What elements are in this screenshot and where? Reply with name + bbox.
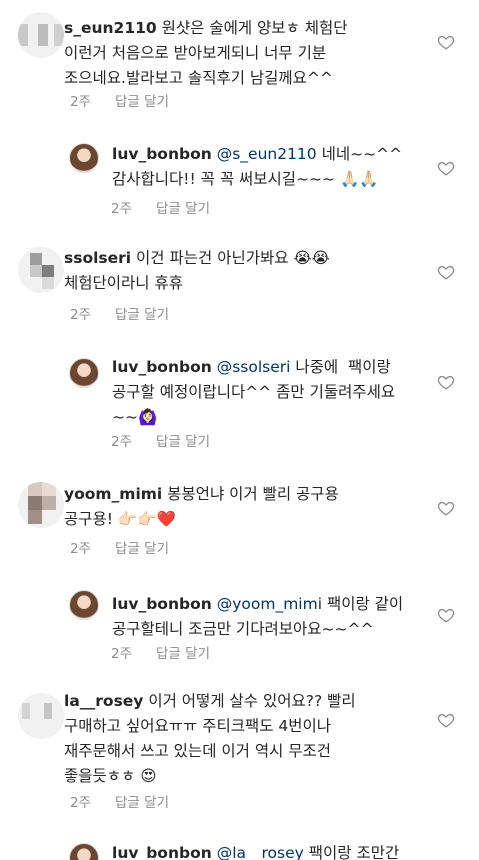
avatar[interactable]	[69, 358, 99, 388]
reply-button[interactable]: 답글 달기	[156, 434, 210, 450]
heart-outline-icon[interactable]	[437, 606, 455, 624]
comment: la__rosey 이거 어떻게 살수 있어요?? 빨리 구매하고 싶어요ㅠㅠ …	[0, 675, 479, 835]
avatar[interactable]	[69, 590, 99, 620]
heart-outline-icon[interactable]	[437, 159, 455, 177]
reply-button[interactable]: 답글 달기	[156, 201, 210, 217]
mention-link[interactable]: @yoom_mimi	[217, 595, 322, 613]
reply-button[interactable]: 답글 달기	[156, 646, 210, 662]
heart-outline-icon[interactable]	[437, 263, 455, 281]
heart-outline-icon[interactable]	[437, 499, 455, 517]
comment-meta: 2주 답글 달기	[70, 791, 193, 811]
comment-text: la__rosey 이거 어떻게 살수 있어요?? 빨리 구매하고 싶어요ㅠㅠ …	[64, 689, 434, 789]
avatar[interactable]	[69, 143, 99, 173]
comment: s_eun2110 원샷은 술에게 양보ㅎ 체험단 이런거 처음으로 받아보게되…	[0, 0, 479, 125]
avatar[interactable]	[69, 843, 99, 860]
comment-meta: 2주 답글 달기	[70, 303, 193, 323]
comment-username[interactable]: luv_bonbon	[112, 358, 212, 376]
comment-text: luv_bonbon @ssolseri 나중에 팩이랑 공구할 예정이랍니다^…	[112, 355, 442, 430]
comment-meta: 2주 답글 달기	[70, 537, 193, 557]
comment-text: s_eun2110 원샷은 술에게 양보ㅎ 체험단 이런거 처음으로 받아보게되…	[64, 16, 424, 91]
heart-outline-icon[interactable]	[437, 33, 455, 51]
comment-username[interactable]: luv_bonbon	[112, 145, 212, 163]
comment-text: yoom_mimi 봉봉언냐 이거 빨리 공구용 공구용! 👉🏻👉🏻❤️	[64, 482, 424, 532]
reply-button[interactable]: 답글 달기	[115, 307, 169, 323]
comment-username[interactable]: la__rosey	[64, 692, 143, 710]
comment-text: luv_bonbon @la__rosey 팩이랑 조만간	[112, 841, 452, 860]
reply-button[interactable]: 답글 달기	[115, 795, 169, 811]
reply-comment: luv_bonbon @ssolseri 나중에 팩이랑 공구할 예정이랍니다^…	[0, 340, 479, 465]
comment: yoom_mimi 봉봉언냐 이거 빨리 공구용 공구용! 👉🏻👉🏻❤️ 2주 답…	[0, 465, 479, 575]
comment-time: 2주	[111, 201, 133, 217]
comment-meta: 2주 답글 달기	[111, 642, 234, 662]
mention-link[interactable]: @ssolseri	[217, 358, 291, 376]
reply-button[interactable]: 답글 달기	[115, 94, 169, 110]
comment-meta: 2주 답글 달기	[111, 197, 234, 217]
comment-time: 2주	[111, 434, 133, 450]
comment-time: 2주	[111, 646, 133, 662]
heart-outline-icon[interactable]	[437, 711, 455, 729]
comment-username[interactable]: ssolseri	[64, 249, 131, 267]
comment-text: ssolseri 이건 파는건 아닌가봐요 😭😭 체험단이라니 휴휴	[64, 246, 424, 296]
reply-comment: luv_bonbon @la__rosey 팩이랑 조만간	[0, 835, 479, 860]
comment-text: luv_bonbon @yoom_mimi 팩이랑 같이 공구할테니 조금만 기…	[112, 592, 432, 642]
avatar[interactable]	[18, 693, 64, 739]
comment-username[interactable]: s_eun2110	[64, 19, 157, 37]
heart-outline-icon[interactable]	[437, 373, 455, 391]
avatar[interactable]	[18, 12, 64, 58]
reply-button[interactable]: 답글 달기	[115, 541, 169, 557]
comment-username[interactable]: luv_bonbon	[112, 844, 212, 860]
comment-meta: 2주 답글 달기	[111, 430, 234, 450]
comment-time: 2주	[70, 795, 92, 811]
comment-meta: 2주 답글 달기	[70, 90, 193, 110]
comment: ssolseri 이건 파는건 아닌가봐요 😭😭 체험단이라니 휴휴 2주 답글 …	[0, 225, 479, 340]
comment-body: 팩이랑 조만간	[303, 844, 400, 860]
comment-username[interactable]: luv_bonbon	[112, 595, 212, 613]
comment-text: luv_bonbon @s_eun2110 네네~~^^ 감사합니다!! 꼭 꼭…	[112, 142, 432, 192]
comment-time: 2주	[70, 541, 92, 557]
reply-comment: luv_bonbon @s_eun2110 네네~~^^ 감사합니다!! 꼭 꼭…	[0, 125, 479, 225]
comment-time: 2주	[70, 307, 92, 323]
avatar[interactable]	[18, 247, 64, 293]
comment-time: 2주	[70, 94, 92, 110]
mention-link[interactable]: @la__rosey	[217, 844, 304, 860]
comment-username[interactable]: yoom_mimi	[64, 485, 162, 503]
mention-link[interactable]: @s_eun2110	[217, 145, 317, 163]
reply-comment: luv_bonbon @yoom_mimi 팩이랑 같이 공구할테니 조금만 기…	[0, 575, 479, 675]
avatar[interactable]	[18, 482, 64, 528]
